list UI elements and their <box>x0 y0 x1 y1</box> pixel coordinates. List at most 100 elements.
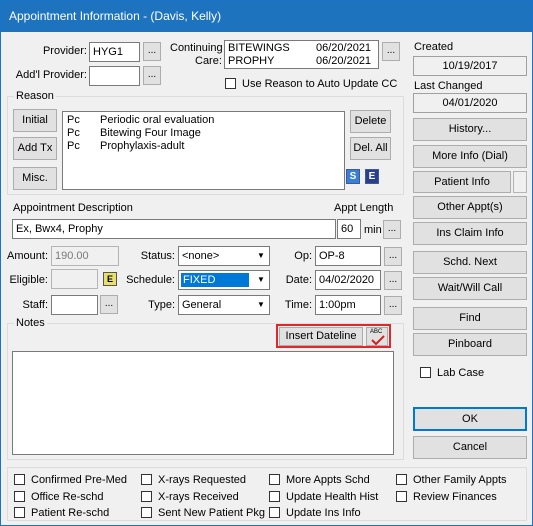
ins-claim-info-button[interactable]: Ins Claim Info <box>413 222 527 245</box>
reason-group-label: Reason <box>14 90 56 103</box>
schd-next-button[interactable]: Schd. Next <box>413 251 527 274</box>
time-label: Time: <box>284 299 312 311</box>
schedule-value: FIXED <box>181 273 249 287</box>
chevron-down-icon: ▼ <box>252 247 269 265</box>
update-health-hist-checkbox[interactable] <box>269 491 280 502</box>
title-bar: Appointment Information - (Davis, Kelly) <box>1 1 532 32</box>
checkbox-label: X-rays Requested <box>158 474 247 486</box>
more-info-dial-button[interactable]: More Info (Dial) <box>413 145 527 168</box>
schedule-select[interactable]: FIXED ▼ <box>178 270 270 290</box>
notes-group-label: Notes <box>14 317 47 330</box>
patient-info-indicator <box>513 171 527 193</box>
status-select[interactable]: <none> ▼ <box>178 246 270 266</box>
type-value: General <box>182 299 222 311</box>
amount-field: 190.00 <box>51 246 119 266</box>
date-field[interactable]: 04/02/2020 <box>315 270 381 290</box>
checkbox-label: Patient Re-schd <box>31 507 110 519</box>
find-button[interactable]: Find <box>413 307 527 330</box>
eligible-field <box>51 269 98 289</box>
amount-label: Amount: <box>7 250 48 262</box>
reason-item-desc: Periodic oral evaluation <box>100 114 215 126</box>
x-rays-requested-checkbox[interactable] <box>141 474 152 485</box>
sent-new-patient-pkg-checkbox[interactable] <box>141 507 152 518</box>
reason-item-code: Pc <box>67 114 80 126</box>
insert-dateline-button[interactable]: Insert Dateline <box>279 327 363 346</box>
appt-length-field[interactable]: 60 <box>337 219 361 239</box>
use-reason-checkbox[interactable] <box>225 78 236 89</box>
history-button[interactable]: History... <box>413 118 527 141</box>
appt-description-field[interactable]: Ex, Bwx4, Prophy <box>12 219 336 239</box>
checkbox-label: Review Finances <box>413 491 497 503</box>
close-icon[interactable] <box>498 1 532 32</box>
min-label: min <box>364 224 382 236</box>
time-field[interactable]: 1:00pm <box>315 295 381 315</box>
lab-case-label: Lab Case <box>437 367 485 379</box>
continuing-care-ellipsis-button[interactable]: ... <box>382 42 400 61</box>
checkbox-label: Sent New Patient Pkg <box>158 507 266 519</box>
add-tx-button[interactable]: Add Tx <box>13 137 57 160</box>
misc-button[interactable]: Misc. <box>13 167 57 190</box>
date-ellipsis-button[interactable]: ... <box>384 271 402 290</box>
addl-provider-ellipsis-button[interactable]: ... <box>143 66 161 85</box>
checkbox-label: Update Health Hist <box>286 491 379 503</box>
provider-label: Provider: <box>42 45 87 57</box>
patient-re-schd-checkbox[interactable] <box>14 507 25 518</box>
use-reason-label: Use Reason to Auto Update CC <box>242 78 398 90</box>
cc-item-date: 06/20/2021 <box>316 42 372 54</box>
continuing-care-list[interactable]: BITEWINGS 06/20/2021 PROPHY 06/20/2021 <box>224 40 379 69</box>
op-ellipsis-button[interactable]: ... <box>384 247 402 266</box>
checkbox-label: Other Family Appts <box>413 474 507 486</box>
other-family-appts-checkbox[interactable] <box>396 474 407 485</box>
appt-description-label: Appointment Description <box>13 202 133 214</box>
eligibility-icon[interactable]: E <box>103 272 117 286</box>
del-all-button[interactable]: Del. All <box>350 137 391 160</box>
cc-item-name: BITEWINGS <box>228 42 290 54</box>
wait-will-call-button[interactable]: Wait/Will Call <box>413 277 527 300</box>
date-label: Date: <box>285 274 312 286</box>
addl-provider-field[interactable] <box>89 66 140 86</box>
window-title: Appointment Information - (Davis, Kelly) <box>9 9 222 23</box>
notes-textarea[interactable] <box>12 351 394 455</box>
lab-case-checkbox[interactable] <box>420 367 431 378</box>
appt-length-ellipsis-button[interactable]: ... <box>383 220 401 239</box>
pinboard-button[interactable]: Pinboard <box>413 333 527 356</box>
initial-button[interactable]: Initial <box>13 109 57 132</box>
update-ins-info-checkbox[interactable] <box>269 507 280 518</box>
chevron-down-icon: ▼ <box>252 296 269 314</box>
op-label: Op: <box>294 250 312 262</box>
cancel-button[interactable]: Cancel <box>413 436 527 459</box>
type-label: Type: <box>148 299 175 311</box>
x-rays-received-checkbox[interactable] <box>141 491 152 502</box>
time-ellipsis-button[interactable]: ... <box>384 296 402 315</box>
reason-item-desc: Prophylaxis-adult <box>100 140 185 152</box>
continuing-care-label: Continuing <box>170 42 223 54</box>
s-icon[interactable]: S <box>346 169 360 184</box>
patient-info-button[interactable]: Patient Info <box>413 171 511 193</box>
op-field[interactable]: OP-8 <box>315 246 381 266</box>
ok-button[interactable]: OK <box>413 407 527 431</box>
more-appts-schd-checkbox[interactable] <box>269 474 280 485</box>
appt-length-label: Appt Length <box>334 202 394 214</box>
office-re-schd-checkbox[interactable] <box>14 491 25 502</box>
confirmed-pre-med-checkbox[interactable] <box>14 474 25 485</box>
appointment-window: Appointment Information - (Davis, Kelly)… <box>0 0 533 526</box>
provider-field[interactable]: HYG1 <box>89 42 140 62</box>
checkbox-label: More Appts Schd <box>286 474 370 486</box>
addl-provider-label: Add'l Provider: <box>15 69 87 81</box>
staff-field[interactable] <box>51 295 98 315</box>
provider-ellipsis-button[interactable]: ... <box>143 42 161 61</box>
spell-check-icon[interactable]: ABC <box>366 327 388 346</box>
cc-item-date: 06/20/2021 <box>316 55 372 67</box>
created-label: Created <box>414 41 454 53</box>
type-select[interactable]: General ▼ <box>178 295 270 315</box>
review-finances-checkbox[interactable] <box>396 491 407 502</box>
reason-item-desc: Bitewing Four Image <box>100 127 201 139</box>
other-appts-button[interactable]: Other Appt(s) <box>413 196 527 219</box>
delete-button[interactable]: Delete <box>350 110 391 133</box>
created-value: 10/19/2017 <box>413 56 527 76</box>
continuing-care-label-2: Care: <box>195 55 222 67</box>
last-changed-label: Last Changed <box>414 80 483 92</box>
e-icon[interactable]: E <box>365 169 379 184</box>
reason-list[interactable]: Pc Periodic oral evaluation Pc Bitewing … <box>62 111 345 190</box>
staff-ellipsis-button[interactable]: ... <box>100 295 118 314</box>
